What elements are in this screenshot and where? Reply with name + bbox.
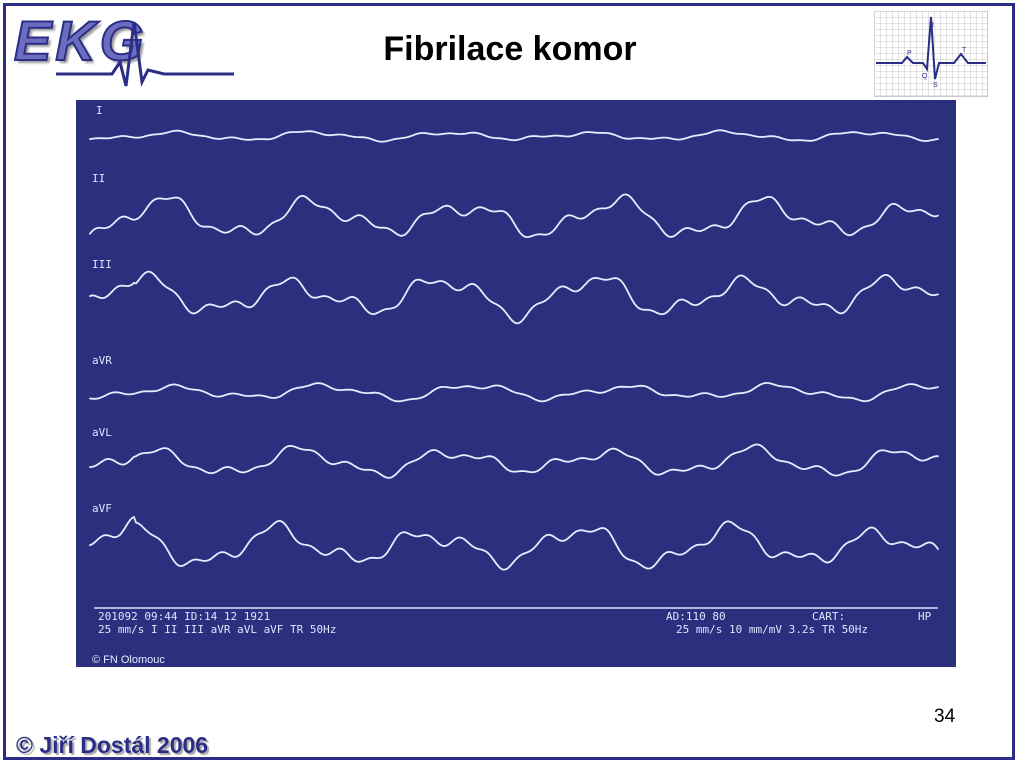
icon-label-r: R [929,22,934,29]
lead-label-avr: aVR [92,354,112,367]
lead-ii-trace [89,193,939,238]
lead-label-avf: aVF [92,502,112,515]
ecg-footer-right-line1-b: CART: [812,610,845,623]
lead-label-i: I [96,104,103,117]
ecg-footer-right-line1-c: HP [918,610,932,623]
lead-i-trace [89,129,939,143]
ecg-footer-left-line1: 201092 09:44 ID:14 12 1921 [98,610,270,623]
lead-avr-trace [89,382,939,403]
ecg-traces: I II III aVR aVL aVF 201092 09:44 ID:14 … [89,104,939,666]
ecg-footer-right-line1-a: AD:110 80 [666,610,726,623]
lead-iii-trace [89,270,939,325]
ekg-logo: EKG [13,8,240,94]
icon-label-q: Q [922,73,928,80]
icon-label-t: T [962,47,967,54]
lead-label-ii: II [92,172,105,185]
lead-label-avl: aVL [92,426,112,439]
ecg-footer-left-line2: 25 mm/s I II III aVR aVL aVF TR 50Hz [98,623,336,636]
logo-heartbeat-icon [56,21,234,88]
copyright-footer: © Jiří Dostál 2006 [16,732,209,758]
icon-label-s: S [933,82,938,89]
lead-label-iii: III [92,258,112,271]
ekg-grid-icon: R P T Q S [874,11,988,97]
ecg-footer-right-line2: 25 mm/s 10 mm/mV 3.2s TR 50Hz [676,623,868,636]
lead-avl-trace [89,443,939,479]
page-number: 34 [934,706,956,727]
lead-avf-trace [89,516,939,571]
icon-label-p: P [907,50,912,57]
ecg-recording: I II III aVR aVL aVF 201092 09:44 ID:14 … [76,100,956,667]
slide-title: Fibrilace komor [383,30,637,68]
ecg-credit: © FN Olomouc [92,654,165,666]
